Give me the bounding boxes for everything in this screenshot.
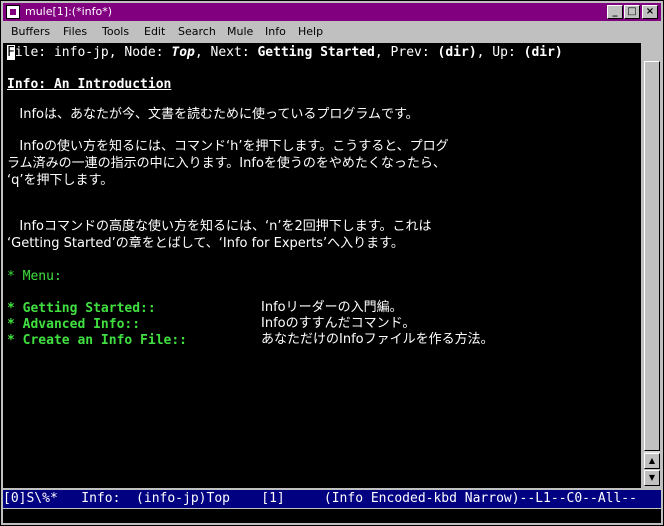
close-icon[interactable]: × bbox=[642, 5, 658, 19]
menu-mule[interactable]: Mule bbox=[227, 25, 253, 38]
prev-node-link[interactable]: (dir) bbox=[438, 45, 477, 60]
menu-files[interactable]: Files bbox=[63, 25, 87, 38]
paragraph-2-line-2: ラム済みの一連の指示の中に入ります。Infoを使うのをやめたくなったら、 bbox=[7, 156, 446, 171]
menu-header: * Menu: bbox=[7, 269, 62, 284]
scroll-up-arrow-icon[interactable]: ▲ bbox=[644, 453, 660, 469]
menu-item-desc: あなただけのInfoファイルを作る方法。 bbox=[261, 332, 494, 347]
menu-item-create-info-file[interactable]: * Create an Info File:: bbox=[7, 333, 187, 349]
scrollbar-thumb[interactable] bbox=[644, 61, 660, 451]
mode-line: [0]S\%* Info: (info-jp)Top [1] (Info Enc… bbox=[3, 490, 661, 508]
page-title: Info: An Introduction bbox=[7, 77, 172, 92]
paragraph-2-line-1: Infoの使い方を知るには、コマンド‘h’を押下します。こうすると、プログ bbox=[7, 139, 449, 154]
up-node-link[interactable]: (dir) bbox=[524, 45, 563, 60]
paragraph-2-line-3: ‘q’を押下します。 bbox=[7, 173, 114, 188]
node-header-line: File: info-jp, Node: Top, Next: Getting … bbox=[7, 45, 563, 60]
menu-tools[interactable]: Tools bbox=[102, 25, 129, 38]
menu-item-getting-started[interactable]: * Getting Started:: bbox=[7, 301, 156, 317]
menu-help[interactable]: Help bbox=[298, 25, 323, 38]
node-name: Top bbox=[171, 45, 195, 60]
next-node-link[interactable]: Getting Started bbox=[257, 45, 374, 60]
menu-item-desc: Infoのすすんだコマンド。 bbox=[261, 316, 416, 331]
title-bar[interactable]: mule[1]:(*info*) _ □ × bbox=[3, 3, 661, 21]
text-cursor: F bbox=[7, 45, 15, 60]
menu-info[interactable]: Info bbox=[265, 25, 286, 38]
menu-edit[interactable]: Edit bbox=[144, 25, 165, 38]
menu-bar: Buffers Files Tools Edit Search Mule Inf… bbox=[3, 22, 661, 41]
paragraph-3-line-1: Infoコマンドの高度な使い方を知るには、‘n’を2回押下します。これは bbox=[7, 219, 432, 234]
paragraph-3-line-2: ‘Getting Started’の章をとばして、‘Info for Exper… bbox=[7, 236, 404, 251]
menu-item-advanced-info[interactable]: * Advanced Info:: bbox=[7, 317, 140, 333]
menu-search[interactable]: Search bbox=[178, 25, 216, 38]
paragraph-1: Infoは、あなたが今、文書を読むために使っているプログラムです。 bbox=[7, 107, 419, 122]
mule-window: mule[1]:(*info*) _ □ × Buffers Files Too… bbox=[0, 0, 664, 526]
app-icon[interactable] bbox=[6, 5, 20, 19]
info-buffer[interactable]: File: info-jp, Node: Top, Next: Getting … bbox=[3, 43, 641, 488]
minibuffer[interactable] bbox=[3, 509, 661, 523]
minimize-icon[interactable]: _ bbox=[607, 5, 623, 19]
menu-buffers[interactable]: Buffers bbox=[11, 25, 50, 38]
window-title: mule[1]:(*info*) bbox=[25, 5, 113, 18]
scroll-down-arrow-icon[interactable]: ▼ bbox=[644, 470, 660, 486]
vertical-scrollbar[interactable]: ▲ ▼ bbox=[643, 43, 661, 488]
menu-item-desc: Infoリーダーの入門編。 bbox=[261, 300, 403, 315]
maximize-icon[interactable]: □ bbox=[624, 5, 640, 19]
